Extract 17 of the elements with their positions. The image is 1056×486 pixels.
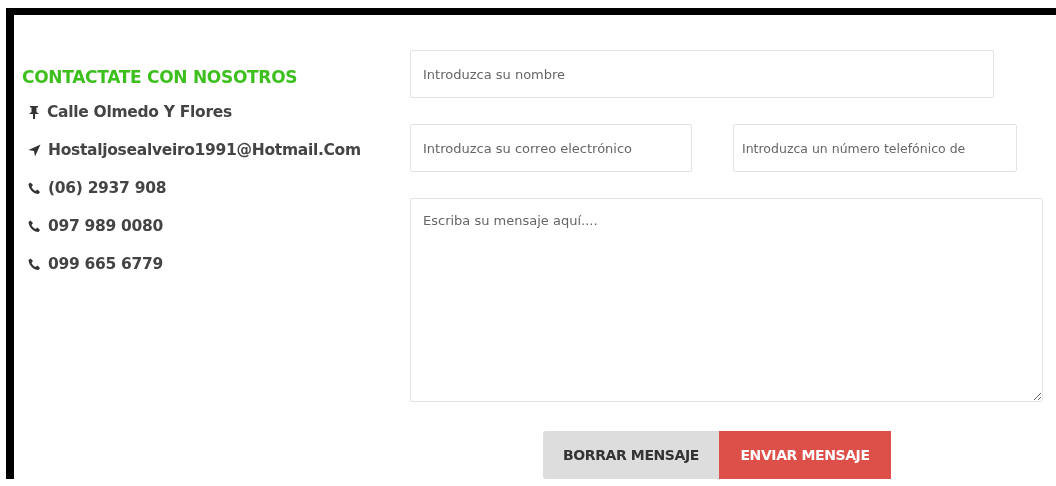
send-button[interactable]: ENVIAR MENSAJE	[719, 431, 891, 479]
phone-icon	[28, 219, 41, 233]
phone-icon	[28, 181, 41, 195]
section-heading: CONTACTATE CON NOSOTROS	[22, 67, 299, 87]
contact-text: 097 989 0080	[48, 217, 164, 235]
arrow-icon	[28, 143, 41, 157]
contact-text: 099 665 6779	[48, 255, 164, 273]
phone-field[interactable]: Introduzca un número telefónico de	[733, 124, 1017, 172]
phone-icon	[28, 257, 41, 271]
pin-icon	[28, 105, 40, 119]
clear-button[interactable]: BORRAR MENSAJE	[543, 431, 719, 479]
message-field[interactable]: Escriba su mensaje aquí....	[410, 198, 1043, 402]
contact-text: (06) 2937 908	[48, 179, 167, 197]
contact-text: Hostaljosealveiro1991@Hotmail.Com	[48, 141, 361, 159]
email-field[interactable]: Introduzca su correo electrónico	[410, 124, 692, 172]
contact-text: Calle Olmedo Y Flores	[47, 103, 232, 121]
name-field[interactable]: Introduzca su nombre	[410, 50, 994, 98]
